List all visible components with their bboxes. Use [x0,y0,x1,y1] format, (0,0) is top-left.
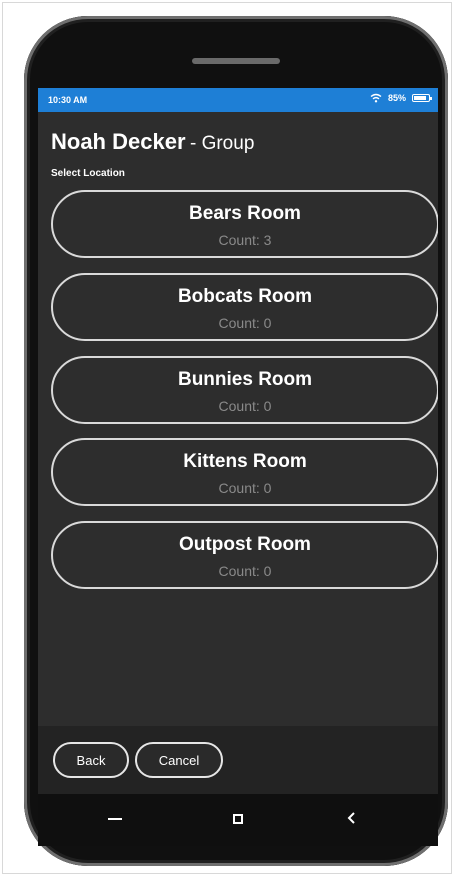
back-button[interactable]: Back [53,742,129,778]
wifi-icon [370,93,382,103]
room-button-bobcats[interactable]: Bobcats Room Count: 0 [51,273,438,341]
nav-square-icon[interactable] [233,814,243,824]
room-button-bunnies[interactable]: Bunnies Room Count: 0 [51,356,438,424]
room-button-outpost[interactable]: Outpost Room Count: 0 [51,521,438,589]
room-button-bears[interactable]: Bears Room Count: 3 [51,190,438,258]
room-name: Bears Room [189,203,301,224]
title-suffix: - Group [189,133,255,154]
battery-percent: 85% [387,93,406,103]
cancel-button[interactable]: Cancel [135,742,223,778]
page-title: Noah Decker - Group [51,129,254,155]
child-name: Noah Decker [51,129,186,154]
nav-back-icon[interactable] [346,808,358,828]
room-name: Bobcats Room [177,286,313,307]
footer-bar: Back Cancel [38,726,438,794]
room-button-kittens[interactable]: Kittens Room Count: 0 [51,438,438,506]
nav-minus-icon[interactable] [108,818,122,820]
app-screen: 10:30 AM 85% Noah Decker - Group Select … [38,88,438,794]
room-count: Count: 0 [218,315,272,331]
room-name: Bunnies Room [177,369,313,390]
room-count: Count: 0 [218,563,272,579]
android-nav-bar [38,794,438,846]
room-count: Count: 3 [218,232,272,248]
status-time: 10:30 AM [48,95,88,105]
room-name: Kittens Room [183,451,307,472]
status-bar: 10:30 AM 85% [38,88,438,112]
battery-icon [412,94,432,102]
room-name: Outpost Room [179,534,311,555]
room-count: Count: 0 [218,480,272,496]
speaker-grille [192,58,280,64]
room-count: Count: 0 [218,398,272,414]
select-location-label: Select Location [51,168,125,179]
status-icons: 85% [370,93,432,103]
